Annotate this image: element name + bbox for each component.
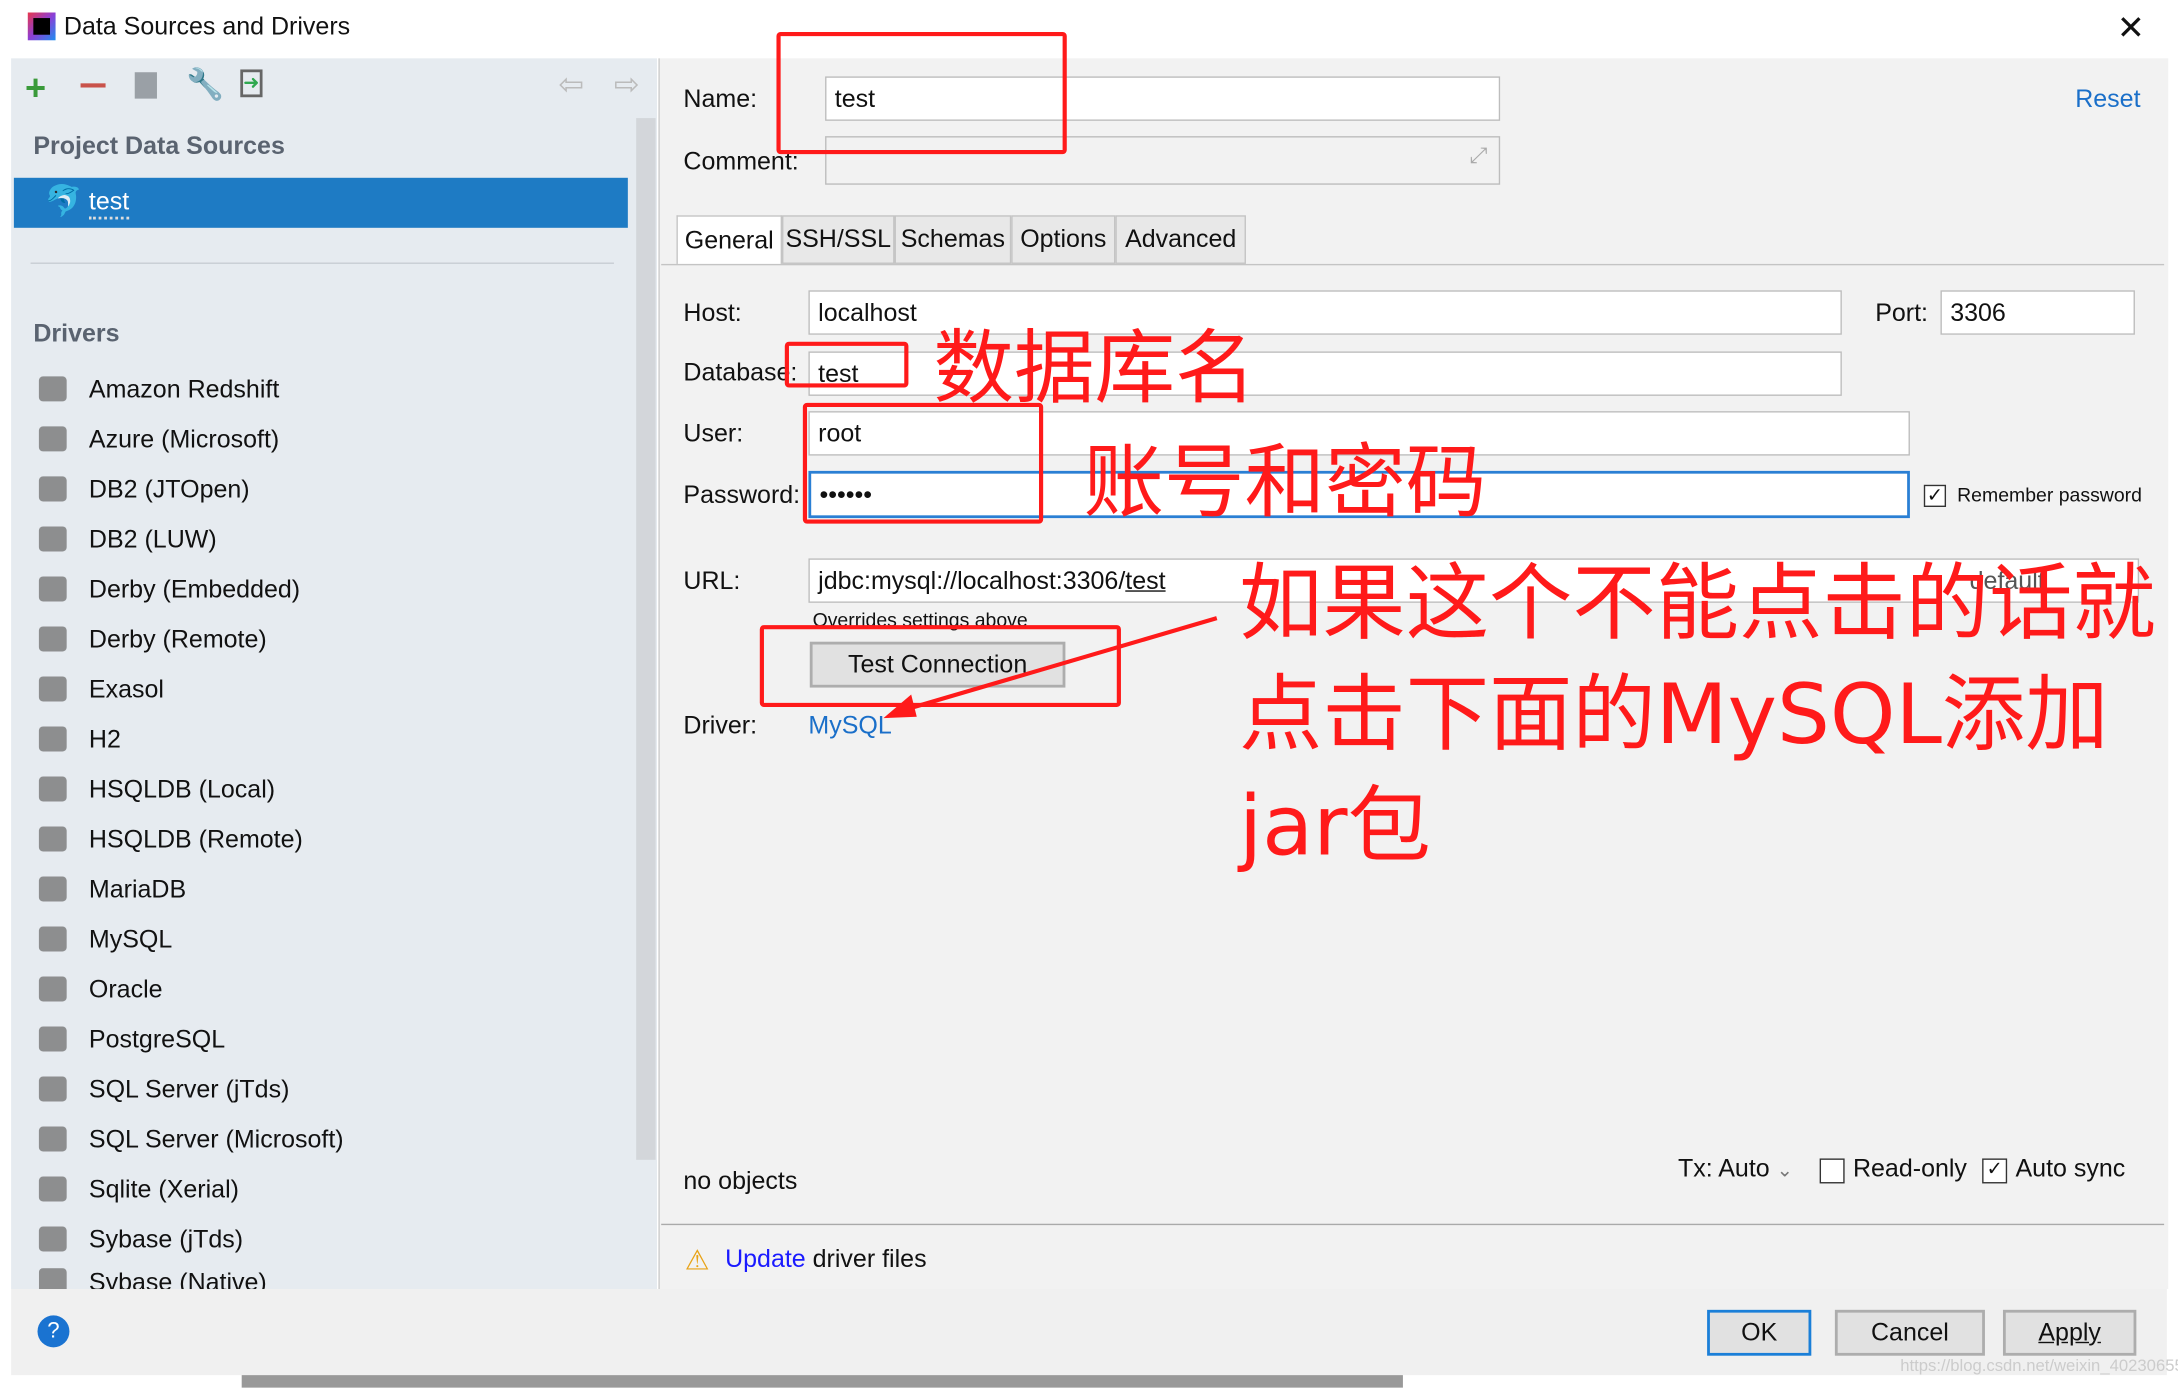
annotation-arrow (883, 616, 1218, 719)
dialog: Data Sources and Drivers ✕ + 🔧 ➜ ⇦ ⇨ Pro… (0, 0, 2178, 1388)
